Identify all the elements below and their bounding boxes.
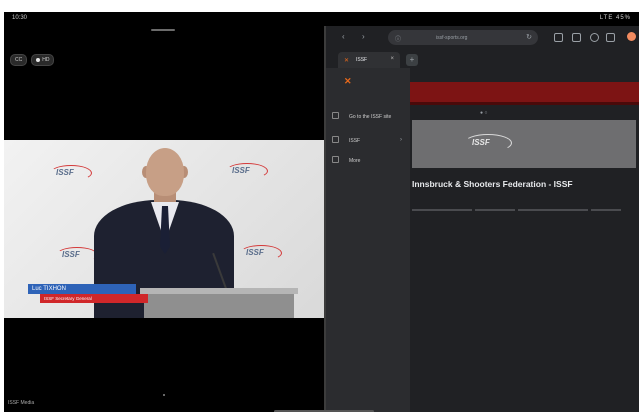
toggle-icon: [36, 57, 41, 62]
lectern: [140, 288, 298, 318]
sidebar-item-site[interactable]: Go to the ISSF site: [332, 112, 391, 120]
page-icon: [332, 156, 339, 163]
hero-image[interactable]: ISSF: [412, 120, 636, 168]
close-tab-icon[interactable]: ×: [390, 56, 394, 62]
forward-icon[interactable]: ›: [362, 32, 365, 41]
carousel-dots[interactable]: ● ○: [480, 110, 490, 116]
browser-toolbar: ‹ › ⓘ issf-sports.org ↻: [326, 26, 639, 50]
video-caption: ISSF Media: [8, 400, 35, 406]
menu-icon[interactable]: [606, 33, 615, 42]
tab-strip: ✕ ISSF × +: [326, 52, 639, 68]
site-logo-icon[interactable]: ✕: [344, 76, 352, 87]
extensions-icon[interactable]: [590, 33, 599, 42]
video-frame[interactable]: ISSF ISSF ISSF ISSF Luc TIXHON ISSF Secr…: [4, 140, 324, 318]
sidebar-item-issf[interactable]: ISSF: [332, 136, 360, 144]
lower-third: Luc TIXHON ISSF Secretary General: [28, 284, 148, 303]
site-banner: [410, 82, 639, 102]
address-bar[interactable]: ⓘ issf-sports.org ↻: [388, 30, 538, 45]
tab-issf[interactable]: ✕ ISSF ×: [338, 52, 400, 68]
tablet-screen: 10:30 LTE 45% CC HD ISSF ISSF ISSF ISSF: [4, 12, 639, 412]
status-indicators: LTE 45%: [599, 15, 631, 21]
hero-logo: ISSF: [464, 134, 512, 152]
page-icon: [332, 112, 339, 119]
captions-button[interactable]: CC: [10, 54, 28, 66]
backdrop-logo: ISSF: [56, 247, 98, 263]
sidebar-item-more[interactable]: More: [332, 156, 360, 164]
backdrop-logo: ISSF: [240, 245, 282, 261]
home-indicator[interactable]: [274, 410, 374, 412]
page-content: ● ○ ISSF Innsbruck & Shooters Federation…: [410, 68, 639, 412]
player-controls: CC HD: [10, 54, 55, 66]
chevron-right-icon[interactable]: ›: [400, 137, 402, 143]
profile-avatar[interactable]: [627, 32, 636, 41]
bookmark-icon[interactable]: [554, 33, 563, 42]
quality-button[interactable]: HD: [31, 54, 55, 66]
tab-title: ISSF: [356, 57, 368, 63]
status-time: 10:30: [12, 15, 28, 21]
url-text: issf-sports.org: [436, 35, 468, 41]
sidebar-item-label: Go to the ISSF site: [349, 114, 392, 120]
speaker-title: ISSF Secretary General: [40, 294, 148, 303]
new-tab-button[interactable]: +: [406, 54, 418, 66]
browser-pane: ‹ › ⓘ issf-sports.org ↻ ✕ ISSF × + ✕ Go …: [326, 26, 639, 412]
speaker-name: Luc TIXHON: [28, 284, 136, 294]
page-title: Innsbruck & Shooters Federation - ISSF: [412, 179, 573, 189]
video-pane: CC HD ISSF ISSF ISSF ISSF Luc TIXHON ISS…: [4, 26, 324, 412]
quality-label: HD: [42, 57, 50, 63]
banner-strip: [410, 102, 639, 105]
split-handle[interactable]: [151, 29, 175, 31]
sidebar-item-label: ISSF: [349, 138, 361, 144]
page-icon: [332, 136, 339, 143]
reload-icon[interactable]: ↻: [526, 33, 532, 41]
favicon-icon: ✕: [344, 58, 350, 64]
back-icon[interactable]: ‹: [342, 32, 345, 41]
backdrop-logo: ISSF: [50, 165, 92, 181]
site-info-icon[interactable]: ⓘ: [395, 34, 401, 43]
status-bar: 10:30 LTE 45%: [4, 12, 639, 26]
page-subtext: [412, 198, 636, 211]
tabs-icon[interactable]: [572, 33, 581, 42]
site-sidebar: ✕ Go to the ISSF site ISSF › More: [326, 68, 410, 412]
page-indicator: [163, 394, 165, 396]
sidebar-item-label: More: [349, 158, 361, 164]
